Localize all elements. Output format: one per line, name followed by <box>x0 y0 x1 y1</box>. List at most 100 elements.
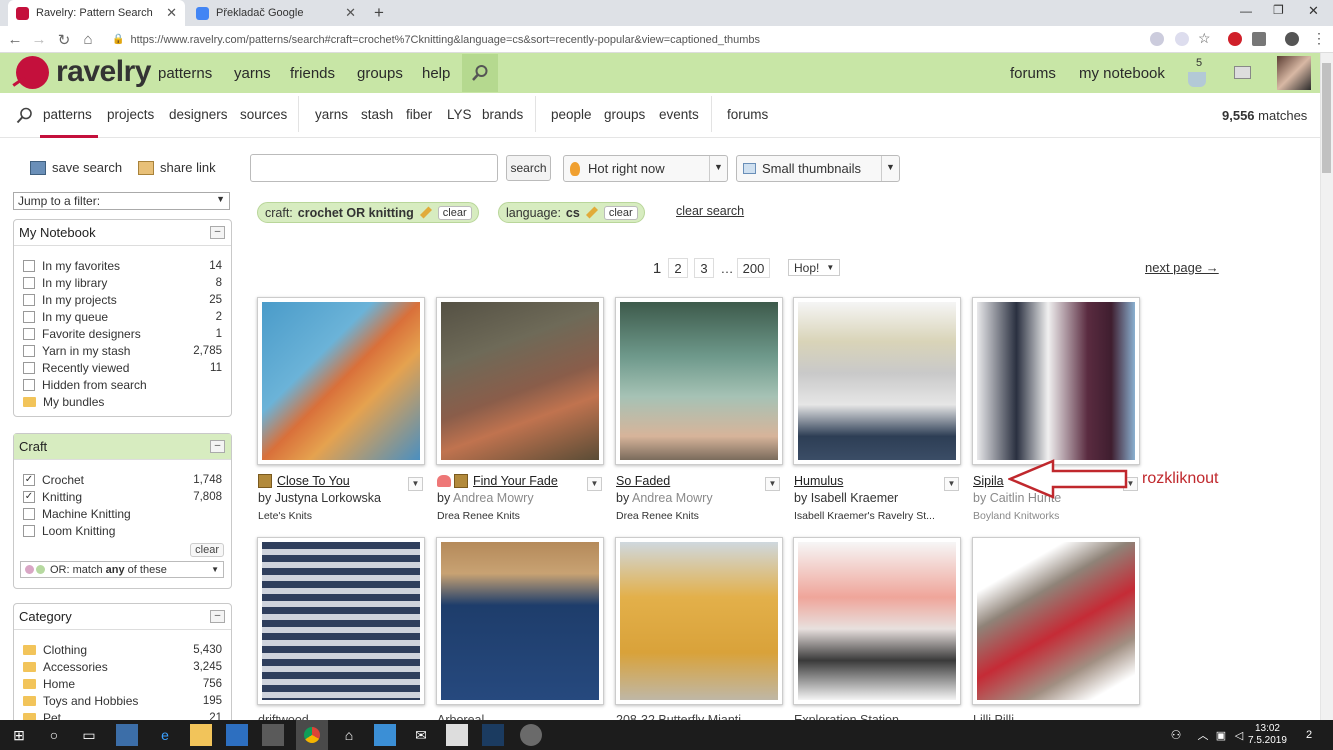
next-page-link[interactable]: next page → <box>1145 260 1219 275</box>
subnav-forums[interactable]: forums <box>727 107 768 122</box>
file-explorer-icon[interactable] <box>190 724 212 746</box>
category-home[interactable]: Home 756 <box>14 675 231 692</box>
restore-window-icon[interactable]: ❐ <box>1273 3 1284 17</box>
mail-icon[interactable] <box>1234 66 1251 79</box>
checkbox[interactable] <box>23 259 35 272</box>
steam-icon[interactable] <box>482 724 504 746</box>
pattern-source[interactable]: Drea Renee Knits <box>616 510 699 522</box>
app-icon[interactable] <box>446 724 468 746</box>
pattern-thumb-exploration-station[interactable] <box>793 537 961 705</box>
notebook-filter-queue[interactable]: In my queue 2 <box>14 308 231 325</box>
app-icon[interactable] <box>374 724 396 746</box>
pattern-title-link-partial[interactable]: driftwood <box>258 713 309 720</box>
chip-clear-button[interactable]: clear <box>603 205 638 220</box>
pattern-menu-dropdown[interactable]: ▼ <box>944 477 959 491</box>
pattern-author[interactable]: by Andrea Mowry <box>616 491 713 505</box>
checkbox-checked[interactable]: ✓ <box>23 490 35 503</box>
pattern-title-link-partial[interactable]: Lilli Pilli <box>973 713 1014 720</box>
volume-icon[interactable]: ◁ <box>1228 724 1250 746</box>
subnav-brands[interactable]: brands <box>482 107 523 122</box>
checkbox[interactable] <box>23 293 35 306</box>
pattern-title-link[interactable]: Close To You <box>258 474 350 488</box>
subnav-yarns[interactable]: yarns <box>315 107 348 122</box>
pattern-title-link-partial[interactable]: Arboreal <box>437 713 484 720</box>
subnav-events[interactable]: events <box>659 107 699 122</box>
collapse-icon[interactable]: – <box>210 226 225 239</box>
sort-select[interactable]: Hot right now ▼ <box>563 155 728 182</box>
subnav-projects[interactable]: projects <box>107 107 154 122</box>
subnav-stash[interactable]: stash <box>361 107 393 122</box>
home-app-icon[interactable]: ⌂ <box>338 724 360 746</box>
reload-icon[interactable]: ↻ <box>55 31 73 49</box>
hop-page-select[interactable]: Hop! ▼ <box>788 259 841 276</box>
clear-search-link[interactable]: clear search <box>676 204 744 218</box>
subnav-designers[interactable]: designers <box>169 107 228 122</box>
category-toys[interactable]: Toys and Hobbies 195 <box>14 692 231 709</box>
checkbox[interactable] <box>23 507 35 520</box>
pattern-thumb-find-your-fade[interactable] <box>436 297 604 465</box>
pattern-thumb-driftwood[interactable] <box>257 537 425 705</box>
pattern-title-link[interactable]: So Faded <box>616 474 670 488</box>
nav-my-notebook[interactable]: my notebook <box>1079 65 1165 82</box>
notebook-filter-designers[interactable]: Favorite designers 1 <box>14 325 231 342</box>
craft-match-select[interactable]: OR: match any of these ▼ <box>20 561 224 578</box>
nav-yarns[interactable]: yarns <box>234 65 271 82</box>
subnav-patterns[interactable]: patterns <box>43 107 92 122</box>
edit-pencil-icon[interactable] <box>419 206 432 219</box>
pattern-author[interactable]: by Isabell Kraemer <box>794 491 898 505</box>
store-icon[interactable] <box>262 724 284 746</box>
search-input[interactable] <box>250 154 498 182</box>
zoom-icon[interactable] <box>1175 32 1189 46</box>
collapse-icon[interactable]: – <box>210 440 225 453</box>
pinterest-icon[interactable] <box>1228 32 1242 46</box>
forward-icon[interactable]: → <box>30 31 48 48</box>
pattern-thumb-close-to-you[interactable] <box>257 297 425 465</box>
pattern-thumb-lilli-pilli[interactable] <box>972 537 1140 705</box>
url-field[interactable]: 🔒 https://www.ravelry.com/patterns/searc… <box>104 29 1164 50</box>
pattern-title-link[interactable]: Sipila <box>973 474 1004 488</box>
pattern-source[interactable]: Lete's Knits <box>258 510 312 522</box>
outlook-icon[interactable] <box>226 724 248 746</box>
header-search-icon[interactable] <box>462 54 498 92</box>
chip-clear-button[interactable]: clear <box>437 205 472 220</box>
taskbar-clock[interactable]: 13:02 7.5.2019 <box>1248 723 1287 747</box>
pattern-title-link[interactable]: Find Your Fade <box>437 474 558 488</box>
close-tab-icon[interactable]: ✕ <box>345 5 356 21</box>
profile-icon[interactable] <box>1285 32 1299 46</box>
checkbox[interactable] <box>23 327 35 340</box>
category-clothing[interactable]: Clothing 5,430 <box>14 641 231 658</box>
jump-to-filter-select[interactable]: Jump to a filter: ▼ <box>13 192 230 210</box>
notification-icon[interactable]: 2 <box>1298 724 1320 746</box>
user-avatar[interactable] <box>1277 56 1311 90</box>
notebook-filter-recent[interactable]: Recently viewed 11 <box>14 359 231 376</box>
notebook-filter-library[interactable]: In my library 8 <box>14 274 231 291</box>
minimize-window-icon[interactable]: — <box>1240 4 1252 18</box>
nav-help[interactable]: help <box>422 65 450 82</box>
tab-ravelry[interactable]: Ravelry: Pattern Search ✕ <box>8 0 185 26</box>
checkbox[interactable] <box>23 524 35 537</box>
search-button[interactable]: search <box>506 155 551 181</box>
checkbox[interactable] <box>23 361 35 374</box>
edge-icon[interactable]: e <box>154 724 176 746</box>
mail-app-icon[interactable]: ✉ <box>410 724 432 746</box>
pattern-thumb-so-faded[interactable] <box>615 297 783 465</box>
pattern-thumb-arboreal[interactable] <box>436 537 604 705</box>
task-view-icon[interactable]: ▭ <box>78 724 100 746</box>
pattern-thumb-humulus[interactable] <box>793 297 961 465</box>
pattern-author[interactable]: by Andrea Mowry <box>437 491 534 505</box>
home-icon[interactable]: ⌂ <box>79 31 97 48</box>
pattern-title-link-partial[interactable]: Exploration Station <box>794 713 899 720</box>
pattern-menu-dropdown[interactable]: ▼ <box>765 477 780 491</box>
bookmark-star-icon[interactable]: ☆ <box>1198 30 1211 47</box>
collapse-icon[interactable]: – <box>210 610 225 623</box>
windows-start-icon[interactable]: ⊞ <box>8 724 30 746</box>
ravelry-logo-icon[interactable] <box>16 56 49 89</box>
notebook-filter-projects[interactable]: In my projects 25 <box>14 291 231 308</box>
page-link-last[interactable]: 200 <box>737 258 770 278</box>
view-select[interactable]: Small thumbnails ▼ <box>736 155 900 182</box>
app-icon[interactable] <box>520 724 542 746</box>
save-search-button[interactable]: save search <box>30 160 122 175</box>
pattern-source[interactable]: Boyland Knitworks <box>973 510 1059 522</box>
close-tab-icon[interactable]: ✕ <box>166 5 177 21</box>
subnav-search-icon[interactable] <box>16 107 33 127</box>
